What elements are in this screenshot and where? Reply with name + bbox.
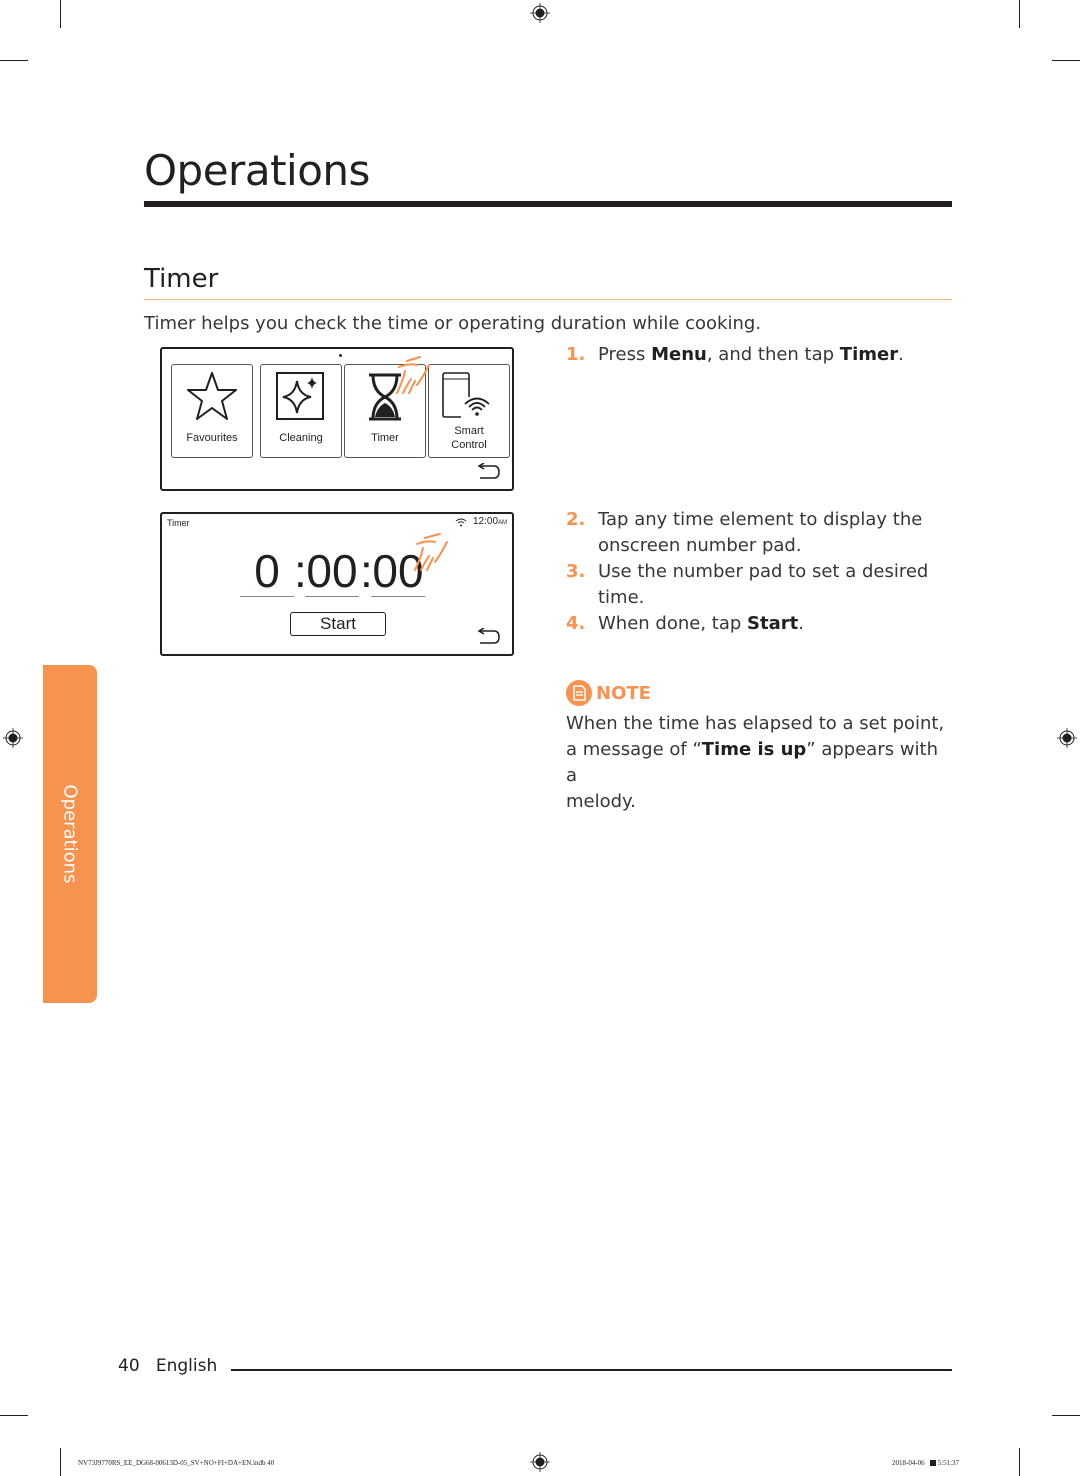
step-text: Tap any time element to display the	[598, 509, 923, 530]
clock-time: 12:00	[473, 516, 499, 527]
tile-label-line: Smart	[454, 425, 484, 437]
chapter-rule	[144, 201, 952, 207]
step-3: 3. Use the number pad to set a desired tim…	[566, 559, 928, 611]
tile-label: Smart Control	[429, 424, 509, 452]
section-title: Timer	[144, 264, 219, 294]
step-bold: Start	[747, 613, 799, 634]
note-text: When the time has elapsed to a set point…	[566, 711, 946, 815]
registration-mark-icon	[3, 728, 23, 748]
note-bold: Time is up	[701, 739, 807, 760]
registration-mark-icon	[530, 3, 550, 23]
back-arrow-icon[interactable]	[477, 628, 501, 648]
crop-mark	[1019, 0, 1020, 28]
crop-mark	[1052, 60, 1080, 61]
screen-title: Timer	[167, 518, 190, 528]
registration-mark-icon	[1057, 728, 1077, 748]
tile-cleaning[interactable]: Cleaning	[260, 364, 342, 458]
print-slug-file: NV73J9770RS_EE_DG68-00613D-05_SV+NO+FI+D…	[78, 1459, 275, 1467]
minutes-field[interactable]: 00	[305, 546, 359, 597]
tile-label-line: Control	[451, 439, 487, 451]
side-tab-label: Operations	[59, 784, 81, 884]
smart-control-icon	[442, 372, 490, 418]
step-2: 2. Tap any time element to display the ons…	[566, 507, 922, 559]
crop-mark	[1019, 1448, 1020, 1476]
step-text: .	[798, 613, 804, 634]
clock-readout: 12:00AM	[473, 516, 507, 527]
tile-label: Cleaning	[279, 432, 323, 444]
hours-field[interactable]: 0	[240, 546, 294, 597]
step-text: .	[898, 344, 904, 365]
clock-suffix: AM	[498, 520, 508, 526]
sparkle-icon	[276, 372, 324, 420]
step-text: onscreen number pad.	[598, 535, 802, 556]
crop-mark	[60, 0, 61, 28]
note-line: melody.	[566, 791, 636, 812]
footer-rule	[231, 1369, 952, 1371]
back-arrow-icon[interactable]	[477, 463, 501, 483]
intro-text: Timer helps you check the time or operat…	[144, 313, 762, 334]
slug-glyph	[929, 1460, 936, 1467]
crop-mark	[0, 60, 28, 61]
footer-language: English	[155, 1356, 218, 1376]
step-text: Press	[598, 344, 652, 365]
step-number: 3.	[566, 561, 586, 582]
note-icon	[566, 680, 592, 706]
step-4: 4. When done, tap Start.	[566, 611, 804, 637]
note-line: When the time has elapsed to a set point…	[566, 713, 945, 734]
crop-mark	[1052, 1415, 1080, 1416]
step-number: 1.	[566, 344, 586, 365]
star-icon	[187, 372, 237, 420]
tile-favourites[interactable]: Favourites	[171, 364, 253, 458]
timer-screen-illustration: Timer 12:00AM 0 : 00 : 00 Start	[160, 512, 514, 656]
page-number: 40	[118, 1356, 140, 1376]
side-chapter-tab: Operations	[43, 665, 97, 1003]
step-bold: Timer	[839, 344, 899, 365]
step-text: , and then tap	[706, 344, 840, 365]
slug-time: 5:51:37	[937, 1459, 960, 1467]
step-1: 1. Press Menu, and then tap Timer.	[566, 342, 904, 368]
note-line: a message of “Time is up” appears with a	[566, 737, 946, 789]
tile-smart-control[interactable]: Smart Control	[428, 364, 510, 458]
menu-screen-illustration: Favourites Cleaning Timer Smart Control	[160, 347, 514, 491]
step-text: time.	[598, 587, 645, 608]
tile-label: Timer	[371, 432, 399, 444]
slug-date: 2018-04-06	[892, 1459, 925, 1467]
step-bold: Menu	[651, 344, 707, 365]
step-number: 4.	[566, 613, 586, 634]
page-indicator	[339, 354, 342, 357]
step-text: Use the number pad to set a desired	[598, 561, 929, 582]
step-number: 2.	[566, 509, 586, 530]
crop-mark	[60, 1448, 61, 1476]
registration-mark-icon	[530, 1452, 550, 1472]
note-text-part: a message of “	[566, 739, 702, 760]
chapter-title: Operations	[144, 146, 370, 195]
note-heading: NOTE	[566, 680, 651, 706]
print-slug-timestamp: 2018-04-06 5:51:37	[892, 1459, 959, 1467]
wifi-icon	[455, 518, 467, 527]
tile-label: Favourites	[186, 432, 238, 444]
note-label: NOTE	[596, 682, 651, 704]
step-text: When done, tap	[598, 613, 748, 634]
tap-hand-icon	[396, 356, 430, 394]
tap-hand-icon	[414, 533, 448, 571]
page-footer: 40 English	[118, 1356, 217, 1376]
crop-mark	[0, 1415, 28, 1416]
start-button[interactable]: Start	[290, 612, 386, 636]
section-rule	[144, 299, 952, 300]
